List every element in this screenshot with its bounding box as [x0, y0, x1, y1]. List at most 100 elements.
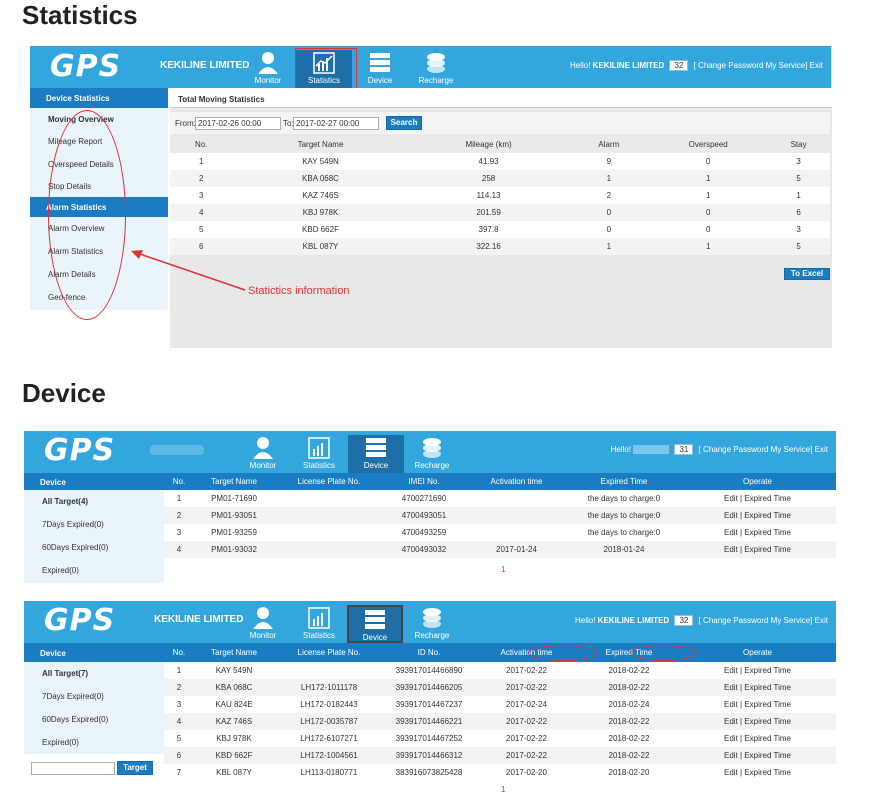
- table-cell: 2017-02-22: [506, 734, 547, 743]
- column-header: No.: [172, 648, 186, 657]
- annotation-arrow: [131, 250, 246, 291]
- table-cell: 3: [198, 191, 204, 200]
- device-side-head: Device: [40, 478, 66, 487]
- table-cell: 5: [176, 734, 182, 743]
- device-panel-1: GPS Monitor Statistics Device Recharge H…: [24, 431, 836, 583]
- search-button[interactable]: Search: [386, 116, 422, 130]
- table-cell: the days to charge:0: [569, 507, 679, 524]
- table-cell: 393917014466890: [395, 666, 463, 675]
- table-cell: 4700493051: [384, 507, 464, 524]
- table-cell: 258: [408, 170, 569, 187]
- table-row[interactable]: 3 KAU 824E LH172-0182443 393917014467237 201…: [164, 696, 836, 713]
- nav-device-3[interactable]: Device: [347, 605, 403, 643]
- table-cell: 4700493032: [384, 541, 464, 558]
- column-header: Target Name: [211, 477, 257, 486]
- coins-icon: [423, 608, 441, 628]
- table-cell: KBL 087Y: [216, 768, 252, 777]
- user-company: KEKILINE LIMITED: [592, 61, 665, 70]
- column-header: Overspeed: [688, 140, 728, 149]
- table-row[interactable]: 4 KAZ 746S LH172-0035787 393917014466221 201…: [164, 713, 836, 730]
- account-links[interactable]: [ Change Password My Service] Exit: [694, 61, 823, 70]
- nav-recharge-3[interactable]: Recharge: [404, 605, 460, 640]
- hello-text-2: Hello!: [610, 445, 631, 454]
- table-cell: Edit | Expired Time: [724, 734, 791, 743]
- to-excel-button[interactable]: To Excel: [784, 268, 830, 280]
- nav-monitor-2[interactable]: Monitor: [235, 435, 291, 470]
- table-cell: LH172-0035787: [274, 713, 384, 730]
- table-cell: LH172-1004561: [274, 747, 384, 764]
- table-row[interactable]: 2 PM01-93051 4700493051 the days to charge:…: [164, 507, 836, 524]
- table-row[interactable]: 6 KBD 662F LH172-1004561 393917014466312 201…: [164, 747, 836, 764]
- sidebar-item-expired[interactable]: Expired(0): [24, 559, 164, 582]
- table-cell: [274, 507, 384, 524]
- column-header: Expired Time: [600, 477, 648, 486]
- annotation-label: Statictics information: [248, 285, 350, 297]
- table-cell: Edit | Expired Time: [679, 713, 836, 730]
- table-cell: KBJ 978K: [216, 734, 252, 743]
- table-row[interactable]: 4 PM01-93032 4700493032 2017-01-24 2018-01-2…: [164, 541, 836, 558]
- account-links-3[interactable]: [ Change Password My Service] Exit: [699, 616, 828, 625]
- pagination-1[interactable]: 1: [501, 565, 505, 574]
- table-row[interactable]: 1 KAY 549N 393917014466890 2017-02-22 2018-0…: [164, 662, 836, 679]
- sidebar-item-60days[interactable]: 60Days Expired(0): [24, 536, 164, 559]
- table-row[interactable]: 1 PM01-71690 4700271690 the days to charge:…: [164, 490, 836, 507]
- table-cell: 2017-02-20: [506, 768, 547, 777]
- table-row[interactable]: 1 KAY 549N 41.93 9 0 3: [170, 153, 830, 170]
- table-row[interactable]: 2 KBA 068C 258 1 1 5: [170, 170, 830, 187]
- nav-monitor[interactable]: Monitor: [240, 50, 296, 85]
- nav-statistics-3[interactable]: Statistics: [291, 605, 347, 640]
- table-cell: 6: [164, 747, 194, 764]
- nav-recharge[interactable]: Recharge: [408, 50, 464, 85]
- top-header-2: GPS Monitor Statistics Device Recharge H…: [24, 431, 836, 473]
- table-cell: 1: [568, 238, 650, 255]
- annotation-ellipse: [48, 110, 126, 320]
- table-row[interactable]: 2 KBA 068C LH172-1011178 393917014466205 201…: [164, 679, 836, 696]
- nav-device-label-2: Device: [363, 461, 389, 470]
- table-cell: Edit | Expired Time: [679, 679, 836, 696]
- column-header: Activation time: [490, 477, 543, 486]
- table-cell: 2017-02-24: [506, 700, 547, 709]
- table-cell: PM01-93051: [194, 507, 274, 524]
- nav-statistics-2[interactable]: Statistics: [291, 435, 347, 470]
- target-search-button[interactable]: Target: [117, 761, 153, 775]
- sidebar-item-7days-2[interactable]: 7Days Expired(0): [24, 685, 164, 708]
- table-cell: 0: [705, 157, 711, 166]
- sidebar-item-all-target[interactable]: All Target(4): [24, 490, 164, 513]
- sidebar-item-7days[interactable]: 7Days Expired(0): [24, 513, 164, 536]
- company-name: KEKILINE LIMITED: [160, 60, 250, 71]
- table-row[interactable]: 3 PM01-93259 4700493259 the days to charge:…: [164, 524, 836, 541]
- nav-monitor-label-3: Monitor: [249, 631, 277, 640]
- nav-device-2[interactable]: Device: [348, 435, 404, 473]
- table-row[interactable]: 5 KBJ 978K LH172-6107271 393917014467252 201…: [164, 730, 836, 747]
- table-cell: 1: [705, 191, 711, 200]
- table-row[interactable]: 6 KBL 087Y 322.16 1 1 5: [170, 238, 830, 255]
- target-search-input[interactable]: [31, 762, 115, 775]
- table-cell: 383916073825428: [395, 768, 463, 777]
- from-date-input[interactable]: 2017-02-26 00:00: [195, 117, 281, 130]
- table-row[interactable]: 3 KAZ 746S 114.13 2 1 1: [170, 187, 830, 204]
- account-links-2[interactable]: [ Change Password My Service] Exit: [699, 445, 828, 454]
- hello-text-3: Hello!: [574, 616, 596, 625]
- table-cell: 7: [176, 768, 182, 777]
- nav-monitor-3[interactable]: Monitor: [235, 605, 291, 640]
- sidebar-item-expired-2[interactable]: Expired(0): [24, 731, 164, 754]
- table-cell: KAY 549N: [302, 157, 339, 166]
- table-cell: Edit | Expired Time: [724, 666, 791, 675]
- statistics-table: No. Target Name Mileage (km) Alarm Overspeed…: [170, 136, 830, 255]
- table-row[interactable]: 4 KBJ 978K 201.59 0 0 6: [170, 204, 830, 221]
- table-cell: 2018-02-24: [608, 700, 650, 709]
- to-date-input[interactable]: 2017-02-27 00:00: [293, 117, 379, 130]
- table-cell: 2018-02-22: [608, 666, 650, 675]
- count-badge-3: 32: [674, 615, 694, 626]
- device-sidebar-2: All Target(7) 7Days Expired(0) 60Days Ex…: [24, 662, 164, 754]
- sidebar-item-all-target-2[interactable]: All Target(7): [24, 662, 164, 685]
- table-cell: 5: [767, 238, 830, 255]
- table-cell: 4: [164, 541, 194, 558]
- device-sidebar-1: All Target(4) 7Days Expired(0) 60Days Ex…: [24, 490, 164, 583]
- table-row[interactable]: 7 KBL 087Y LH113-0180771 383916073825428 201…: [164, 764, 836, 781]
- nav-recharge-2[interactable]: Recharge: [404, 435, 460, 470]
- sidebar-item-60days-2[interactable]: 60Days Expired(0): [24, 708, 164, 731]
- nav-device[interactable]: Device: [352, 50, 408, 85]
- sidebar-head-device-statistics[interactable]: Device Statistics: [30, 88, 168, 108]
- table-row[interactable]: 5 KBD 662F 397.8 0 0 3: [170, 221, 830, 238]
